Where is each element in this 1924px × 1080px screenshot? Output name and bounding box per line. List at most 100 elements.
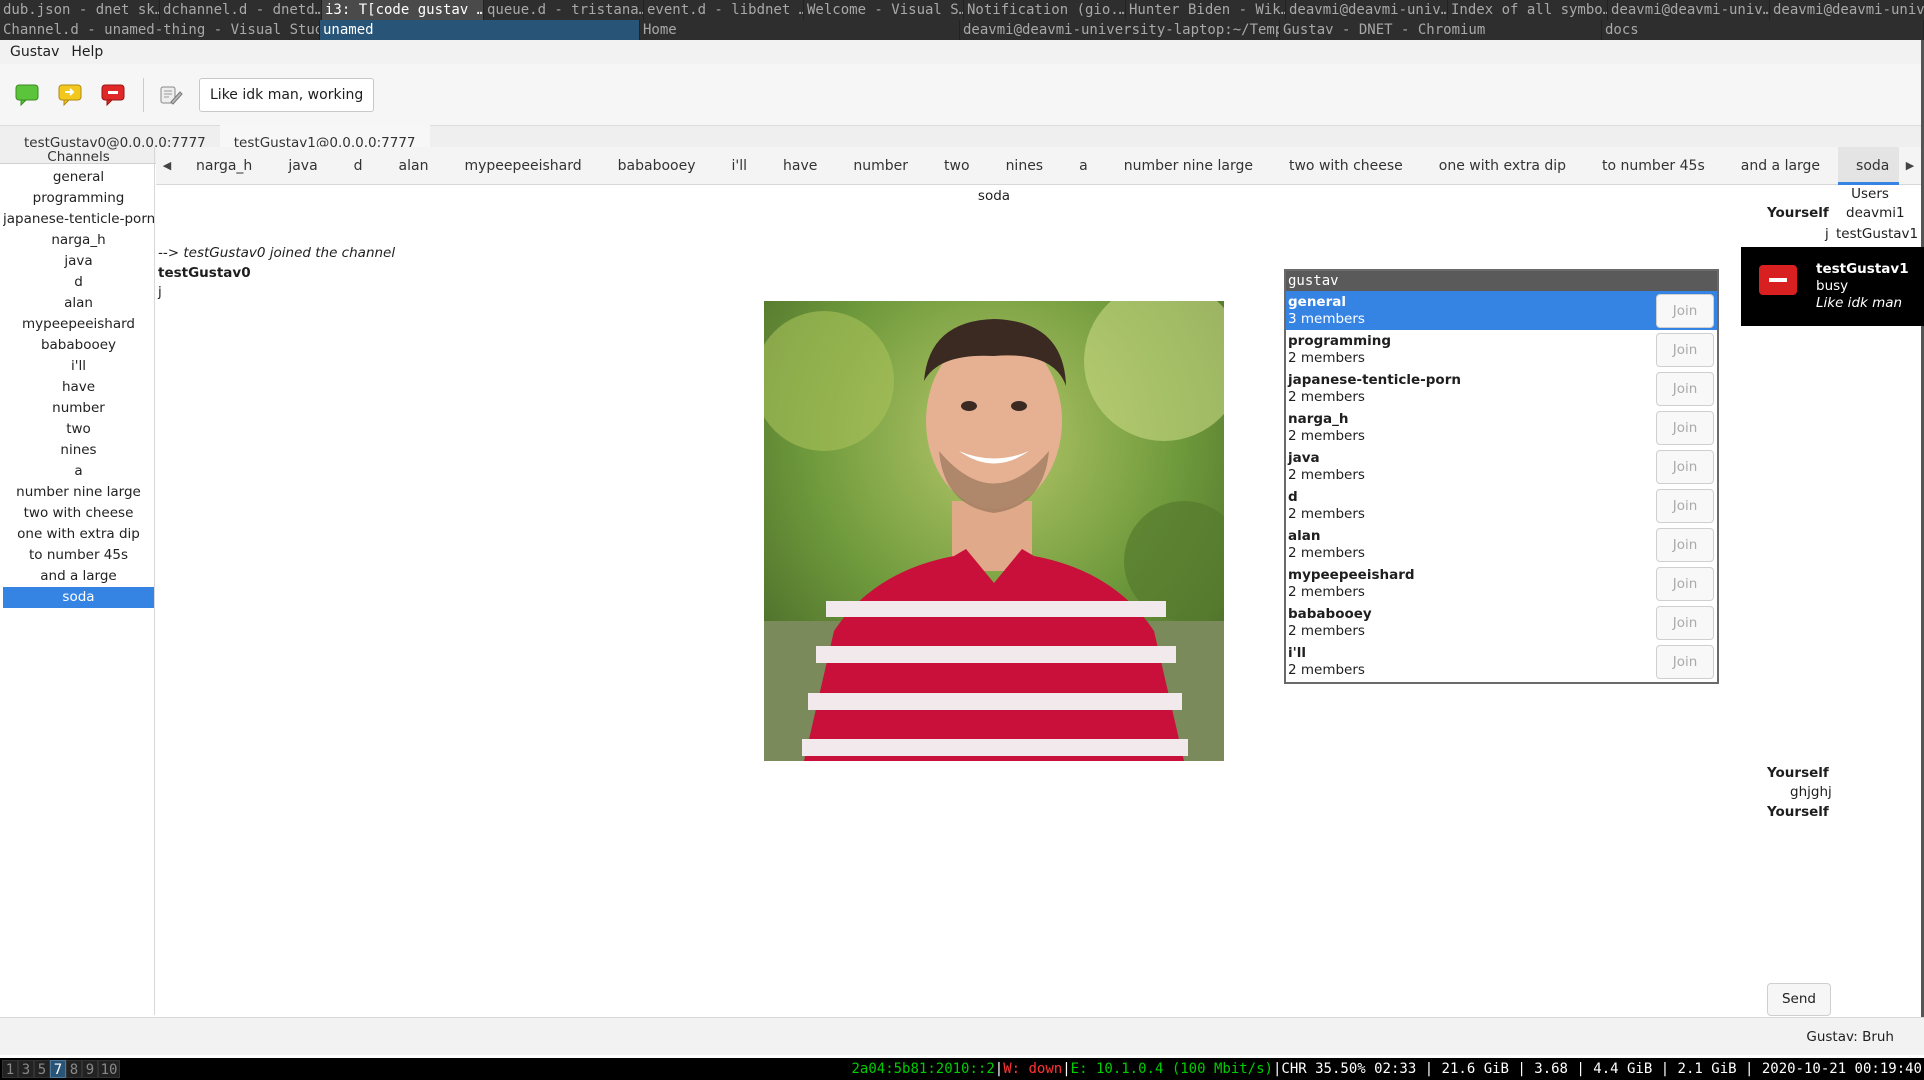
tab-channel-14[interactable]: one with extra dip xyxy=(1421,147,1584,185)
sidebar-item-9[interactable]: i'll xyxy=(3,356,154,377)
sidebar-item-13[interactable]: nines xyxy=(3,440,154,461)
send-button[interactable]: Send xyxy=(1767,983,1831,1016)
sidebar-item-8[interactable]: bababooey xyxy=(3,335,154,356)
workspace-5[interactable]: 5 xyxy=(34,1060,50,1078)
sidebar-item-16[interactable]: two with cheese xyxy=(3,503,154,524)
window-title-row2-4[interactable]: deavmi@deavmi-university-laptop:~/Temp… xyxy=(960,20,1280,40)
window-title-12[interactable]: deavmi@deavmi-univ… xyxy=(1770,0,1924,20)
tab-channel-1[interactable]: java xyxy=(270,147,335,185)
tab-channel-11[interactable]: a xyxy=(1061,147,1106,185)
sidebar-item-0[interactable]: general xyxy=(3,167,154,188)
status-busy-button[interactable] xyxy=(98,80,128,110)
window-title-9[interactable]: deavmi@deavmi-univ… xyxy=(1286,0,1448,20)
workspace-1[interactable]: 1 xyxy=(2,1060,18,1078)
window-title-8[interactable]: Hunter Biden - Wik… xyxy=(1126,0,1286,20)
tab-channel-6[interactable]: i'll xyxy=(714,147,766,185)
status-away-button[interactable] xyxy=(55,80,85,110)
sidebar-item-11[interactable]: number xyxy=(3,398,154,419)
tab-channel-2[interactable]: d xyxy=(336,147,381,185)
sidebar-item-14[interactable]: a xyxy=(3,461,154,482)
tabs-scroll-left-icon[interactable]: ◀ xyxy=(156,159,178,172)
sidebar-item-12[interactable]: two xyxy=(3,419,154,440)
sidebar-item-15[interactable]: number nine large xyxy=(3,482,154,503)
window-title-row2-3[interactable]: Home xyxy=(640,20,960,40)
sidebar-item-6[interactable]: alan xyxy=(3,293,154,314)
tab-channel-10[interactable]: nines xyxy=(988,147,1062,185)
tab-channel-4[interactable]: mypeepeeishard xyxy=(446,147,599,185)
window-title-3[interactable]: i3: T[code gustav … xyxy=(322,0,484,20)
sidebar-item-2[interactable]: japanese-tenticle-porn xyxy=(3,209,154,230)
channel-list-row[interactable]: mypeepeeishard 2 members Join xyxy=(1286,564,1717,603)
workspace-9[interactable]: 9 xyxy=(82,1060,98,1078)
sidebar-item-17[interactable]: one with extra dip xyxy=(3,524,154,545)
window-title-row2-1[interactable]: Channel.d - unamed-thing - Visual Stud… xyxy=(0,20,320,40)
window-title-1[interactable]: dub.json - dnet sk… xyxy=(0,0,160,20)
workspace-8[interactable]: 8 xyxy=(66,1060,82,1078)
channel-list-row[interactable]: java 2 members Join xyxy=(1286,447,1717,486)
channel-list-row[interactable]: japanese-tenticle-porn 2 members Join xyxy=(1286,369,1717,408)
channel-list-row[interactable]: alan 2 members Join xyxy=(1286,525,1717,564)
join-button[interactable]: Join xyxy=(1656,645,1714,679)
sidebar-item-19[interactable]: and a large xyxy=(3,566,154,587)
sidebar-item-3[interactable]: narga_h xyxy=(3,230,154,251)
window-title-2[interactable]: dchannel.d - dnetd… xyxy=(160,0,322,20)
status-available-button[interactable] xyxy=(12,80,42,110)
channel-list-row[interactable]: bababooey 2 members Join xyxy=(1286,603,1717,642)
tab-channel-15[interactable]: to number 45s xyxy=(1584,147,1723,185)
join-button[interactable]: Join xyxy=(1656,528,1714,562)
channel-list-row[interactable]: narga_h 2 members Join xyxy=(1286,408,1717,447)
notification-popup[interactable]: testGustav1 busy Like idk man xyxy=(1741,247,1924,326)
join-button[interactable]: Join xyxy=(1656,567,1714,601)
tab-channel-0[interactable]: narga_h xyxy=(178,147,270,185)
tab-channel-17[interactable]: soda xyxy=(1838,146,1899,185)
tabs-scroll-right-icon[interactable]: ▶ xyxy=(1899,159,1921,172)
workspace-3[interactable]: 3 xyxy=(18,1060,34,1078)
window-title-6[interactable]: Welcome - Visual S… xyxy=(804,0,964,20)
tab-channel-16[interactable]: and a large xyxy=(1723,147,1838,185)
window-title-row2-6[interactable]: docs xyxy=(1602,20,1924,40)
window-title-4[interactable]: queue.d - tristana… xyxy=(484,0,644,20)
sidebar-item-4[interactable]: java xyxy=(3,251,154,272)
sidebar-item-10[interactable]: have xyxy=(3,377,154,398)
join-button[interactable]: Join xyxy=(1656,294,1714,328)
window-title-10[interactable]: Index of all symbo… xyxy=(1448,0,1608,20)
sidebar-item-20[interactable]: soda xyxy=(3,587,154,608)
channel-list-row[interactable]: programming 2 members Join xyxy=(1286,330,1717,369)
menu-help[interactable]: Help xyxy=(67,44,111,60)
tab-channel-3[interactable]: alan xyxy=(381,147,447,185)
user-item-testgustav1[interactable]: testGustav1 xyxy=(1836,226,1918,242)
sidebar-item-18[interactable]: to number 45s xyxy=(3,545,154,566)
tab-channel-13[interactable]: two with cheese xyxy=(1271,147,1421,185)
channel-list-row[interactable]: general 3 members Join xyxy=(1286,291,1717,330)
window-title-7[interactable]: Notification (gio.… xyxy=(964,0,1126,20)
sidebar-item-1[interactable]: programming xyxy=(3,188,154,209)
tab-channel-7[interactable]: have xyxy=(765,147,835,185)
tab-channel-5[interactable]: bababooey xyxy=(600,147,714,185)
workspace-7[interactable]: 7 xyxy=(50,1060,66,1078)
join-button[interactable]: Join xyxy=(1656,450,1714,484)
join-button[interactable]: Join xyxy=(1656,333,1714,367)
menu-gustav[interactable]: Gustav xyxy=(6,44,67,60)
user-item-deavmi1[interactable]: deavmi1 xyxy=(1846,205,1905,221)
join-button[interactable]: Join xyxy=(1656,606,1714,640)
tab-channel-12[interactable]: number nine large xyxy=(1106,147,1271,185)
tab-channel-8[interactable]: number xyxy=(835,147,926,185)
join-button[interactable]: Join xyxy=(1656,411,1714,445)
sidebar-item-7[interactable]: mypeepeeishard xyxy=(3,314,154,335)
window-title-row2-2[interactable]: unamed xyxy=(320,20,640,40)
workspace-10[interactable]: 10 xyxy=(98,1060,120,1078)
join-button[interactable]: Join xyxy=(1656,489,1714,523)
sidebar-item-5[interactable]: d xyxy=(3,272,154,293)
notification-user: testGustav1 xyxy=(1816,261,1909,277)
channel-list-row[interactable]: d2 members Join xyxy=(1286,486,1717,525)
status-message-field[interactable]: Like idk man, working xyxy=(199,77,375,112)
join-button[interactable]: Join xyxy=(1656,372,1714,406)
window-title-5[interactable]: event.d - libdnet … xyxy=(644,0,804,20)
window-title-11[interactable]: deavmi@deavmi-univ… xyxy=(1608,0,1770,20)
tab-channel-9[interactable]: two xyxy=(926,147,988,185)
set-status-message-button[interactable] xyxy=(156,80,186,110)
channel-list-row[interactable]: i'll 2 members Join xyxy=(1286,642,1717,681)
window-title-row2-5[interactable]: Gustav - DNET - Chromium xyxy=(1280,20,1602,40)
channels-heading: Channels xyxy=(47,149,110,165)
channel-list-members: 2 members xyxy=(1288,661,1365,678)
